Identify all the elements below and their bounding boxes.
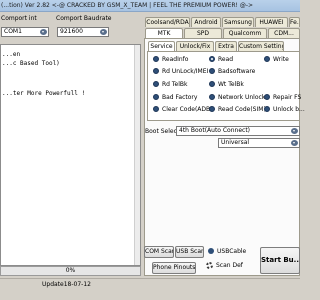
tab-huawei[interactable]: HUAWEI — [255, 17, 288, 27]
tab-fe[interactable]: Fe... — [289, 17, 300, 27]
radio-label: Wt TelBk — [218, 81, 244, 88]
phone-pinouts-button[interactable]: Phone Pinouts — [152, 262, 196, 274]
radio-write[interactable]: Write — [264, 55, 289, 64]
radio-badsoftware[interactable]: Badsoftware — [209, 67, 256, 76]
scan-def-checkbox[interactable]: Scan Def — [206, 262, 243, 270]
radio-read-code-sim[interactable]: Read Code(SIM) — [209, 105, 266, 114]
subtab-custom-setting[interactable]: Custom Setting — [238, 41, 284, 51]
boot-select-label: Boot Select — [145, 128, 180, 135]
scan-def-label: Scan Def — [216, 262, 243, 269]
gear-icon — [206, 262, 213, 269]
radio-selected-icon — [209, 55, 215, 62]
radio-label: Rd UnLock/IMEI — [162, 68, 209, 75]
radio-rd-telbk[interactable]: Rd TelBk — [153, 80, 188, 89]
radio-label: Clear Code(ADB) — [162, 106, 213, 113]
boot-select-value: 4th Boot(Auto Connect) — [179, 127, 251, 134]
radio-label: Network Unlock — [218, 94, 266, 101]
log-scrollbar[interactable] — [134, 45, 140, 265]
radio-icon — [153, 55, 159, 62]
tab-cdma[interactable]: CDM... — [268, 28, 300, 38]
chevron-down-icon — [40, 29, 47, 35]
radio-readinfo[interactable]: ReadInfo — [153, 55, 189, 64]
progress-text: 0% — [65, 267, 76, 274]
subtab-unlock-fix[interactable]: Unlock/Fix — [176, 41, 214, 51]
progress-bar: 0% — [0, 266, 141, 276]
radio-clear-code-adb[interactable]: Clear Code(ADB) — [153, 105, 213, 114]
log-line: ...c Based Tool) — [2, 60, 60, 67]
platform-select[interactable]: Universal — [218, 138, 300, 148]
comport-select[interactable]: COM1 — [1, 27, 49, 37]
usb-scan-button[interactable]: USB Scan — [175, 246, 204, 258]
radio-icon — [209, 105, 215, 112]
radio-icon — [209, 80, 215, 87]
radio-icon — [209, 93, 215, 100]
radio-label: Read — [218, 56, 234, 63]
radio-repair-fs[interactable]: Repair FS — [264, 93, 302, 102]
radio-icon — [264, 93, 270, 100]
radio-label: Write — [273, 56, 289, 63]
tab-mtk[interactable]: MTK — [145, 28, 183, 38]
radio-label: Read Code(SIM) — [218, 106, 266, 113]
radio-label: Unlock b... — [273, 106, 305, 113]
radio-bad-factory[interactable]: Bad Factory — [153, 93, 198, 102]
platform-select-value: Universal — [221, 139, 250, 146]
radio-rd-unlock-imei[interactable]: Rd UnLock/IMEI — [153, 67, 209, 76]
tab-samsung[interactable]: Samsung — [222, 17, 254, 27]
chevron-down-icon — [291, 128, 298, 134]
radio-icon — [153, 105, 159, 112]
tab-coolsand-rda[interactable]: Coolsand/RDA — [145, 17, 190, 27]
radio-icon — [264, 105, 270, 112]
radio-icon — [209, 67, 215, 74]
tab-spd[interactable]: SPD — [184, 28, 222, 38]
radio-icon — [153, 67, 159, 74]
radio-read[interactable]: Read — [209, 55, 234, 64]
log-line: ...en — [2, 51, 21, 58]
usb-cable-label: USBCable — [217, 248, 247, 255]
radio-label: Bad Factory — [162, 94, 198, 101]
baud-select[interactable]: 921600 — [57, 27, 109, 37]
status-bar: Update18-07-12 — [0, 278, 300, 290]
com-scan-button[interactable]: COM Scan — [144, 246, 174, 258]
radio-icon — [264, 55, 270, 62]
baud-value: 921600 — [60, 28, 83, 35]
log-line: ...ter More Powerfull ! — [2, 90, 86, 97]
radio-icon — [153, 93, 159, 100]
tab-qualcomm[interactable]: Qualcomm — [223, 28, 267, 38]
start-button[interactable]: Start Bu... — [260, 247, 300, 274]
update-date: Update18-07-12 — [42, 281, 91, 288]
radio-label: Rd TelBk — [162, 81, 188, 88]
radio-icon — [153, 80, 159, 87]
chevron-down-icon — [291, 140, 298, 146]
baud-label: Comport Baudrate — [56, 15, 112, 22]
tab-android[interactable]: Android — [191, 17, 221, 27]
radio-label: Repair FS — [273, 94, 302, 101]
radio-label: Badsoftware — [218, 68, 256, 75]
usb-cable-checkbox[interactable]: USBCable — [208, 247, 247, 256]
radio-label: ReadInfo — [162, 56, 189, 63]
boot-select[interactable]: 4th Boot(Auto Connect) — [176, 126, 300, 136]
radio-wt-telbk[interactable]: Wt TelBk — [209, 80, 244, 89]
checkbox-icon — [208, 247, 214, 254]
comport-value: COM1 — [4, 28, 22, 35]
radio-network-unlock[interactable]: Network Unlock — [209, 93, 266, 102]
window-title: (...tion) Ver 2.82 <-@ CRACKED BY GSM_X_… — [0, 0, 300, 12]
subtab-service[interactable]: Service — [148, 41, 175, 51]
log-output[interactable]: ...en ...c Based Tool) ...ter More Power… — [0, 44, 141, 266]
comport-label: Comport int — [1, 15, 37, 22]
radio-unlock-b[interactable]: Unlock b... — [264, 105, 305, 114]
chevron-down-icon — [100, 29, 107, 35]
subtab-extra[interactable]: Extra — [215, 41, 237, 51]
